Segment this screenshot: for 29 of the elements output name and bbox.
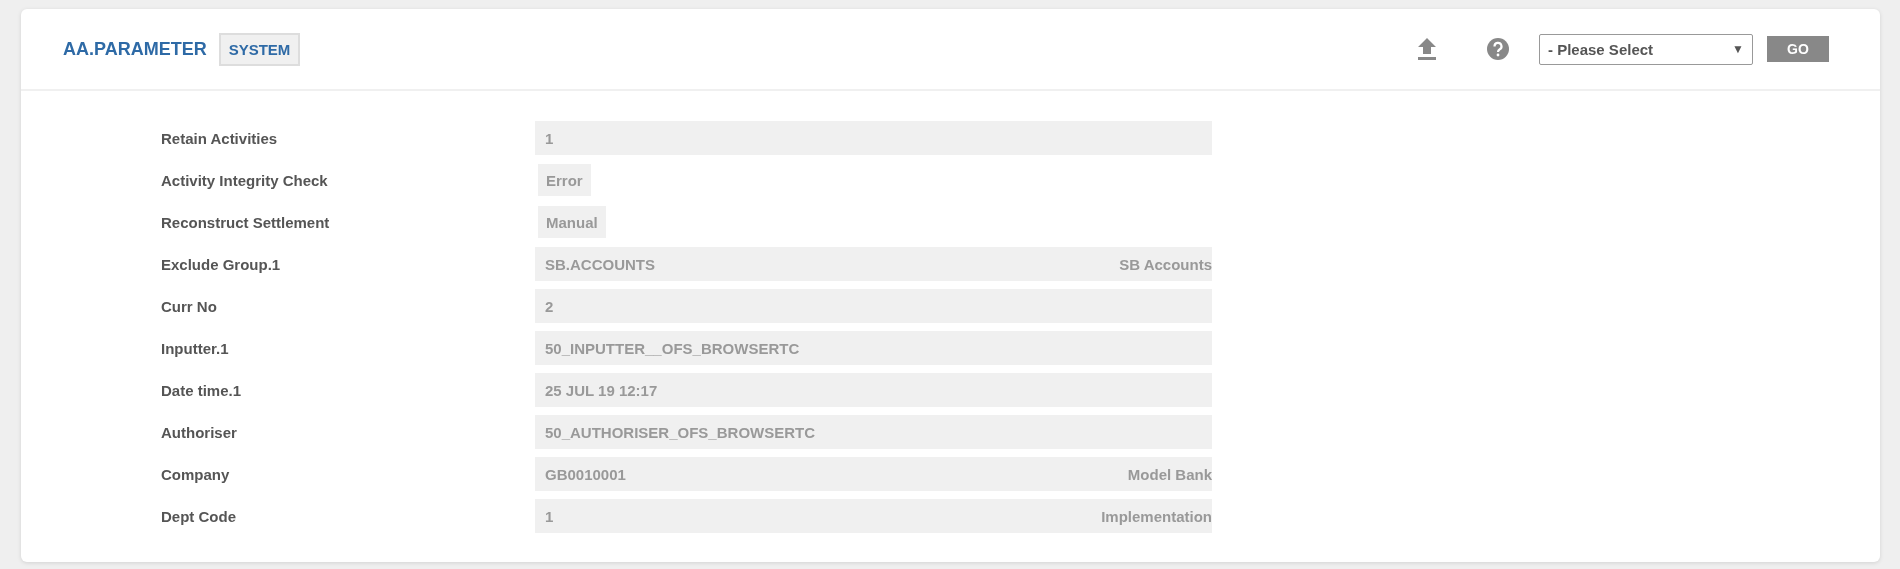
field-value: 50_AUTHORISER_OFS_BROWSERTC [535, 415, 1212, 449]
field-value: 50_INPUTTER__OFS_BROWSERTC [535, 331, 1212, 365]
select-dropdown[interactable]: - Please Select ▼ [1539, 33, 1753, 65]
field-label: Dept Code [161, 507, 237, 525]
field-value: 1 [535, 121, 1212, 155]
field-value: GB0010001 [545, 465, 626, 483]
field-label: Curr No [161, 297, 218, 315]
field-value: 25 JUL 19 12:17 [535, 373, 1212, 407]
field-description: Model Bank [1127, 465, 1212, 483]
field-label: Company [161, 465, 231, 483]
field-label: Reconstruct Settlement [161, 213, 331, 231]
field-value: 1 [545, 507, 554, 525]
page-title: AA.PARAMETER [63, 38, 207, 60]
field-label: Exclude Group.1 [161, 255, 282, 273]
help-icon[interactable] [1487, 38, 1509, 60]
field-label: Retain Activities [161, 129, 279, 147]
field-value: Manual [538, 206, 606, 238]
go-button[interactable]: GO [1767, 36, 1829, 62]
upload-icon[interactable] [1417, 38, 1437, 60]
system-badge: SYSTEM [218, 32, 301, 66]
field-label: Authoriser [161, 423, 238, 441]
field-description: SB Accounts [1119, 255, 1212, 273]
field-description: Implementation [1101, 507, 1212, 525]
field-value: 2 [535, 289, 1212, 323]
field-value: Error [538, 164, 591, 196]
field-label: Activity Integrity Check [161, 171, 329, 189]
field-value: SB.ACCOUNTS [545, 255, 655, 273]
field-label: Date time.1 [161, 381, 243, 399]
field-label: Inputter.1 [161, 339, 230, 357]
